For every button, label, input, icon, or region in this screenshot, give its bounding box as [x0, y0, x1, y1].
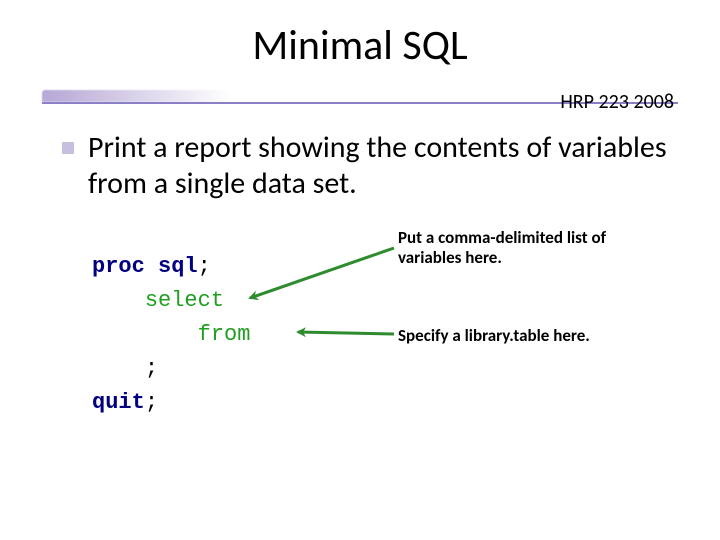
code-semicolon: ;	[198, 254, 211, 279]
code-block: proc sql; select from ; quit;	[92, 250, 250, 420]
annotation-table: Specify a library.table here.	[398, 326, 678, 346]
bullet-item: Print a report showing the contents of v…	[62, 130, 668, 202]
code-kw-select: select	[145, 288, 224, 313]
bullet-marker-icon	[62, 142, 74, 154]
code-kw-proc: proc	[92, 254, 145, 279]
code-kw-quit: quit	[92, 390, 145, 415]
annotation-variables: Put a comma-delimited list of variables …	[398, 228, 658, 269]
code-kw-from: from	[198, 322, 251, 347]
arrow-to-select-icon	[250, 248, 394, 298]
course-tag: HRP 223 2008	[560, 90, 674, 114]
code-semicolon-3: ;	[145, 390, 158, 415]
arrow-to-from-icon	[298, 332, 394, 334]
code-semicolon-2: ;	[145, 356, 158, 381]
code-kw-sql: sql	[158, 254, 198, 279]
bullet-text: Print a report showing the contents of v…	[88, 130, 668, 202]
title-underline-smear	[42, 90, 252, 102]
slide: Minimal SQL HRP 223 2008 Print a report …	[0, 0, 720, 540]
slide-title: Minimal SQL	[0, 20, 720, 71]
